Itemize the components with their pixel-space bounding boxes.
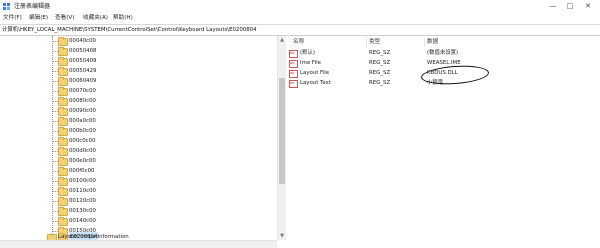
folder-icon — [58, 37, 68, 46]
tree-node-label: 00070c00 — [69, 88, 96, 94]
string-value-icon — [289, 70, 298, 78]
tree-node-label: 00080c00 — [69, 98, 96, 104]
tree-vertical-scrollbar[interactable]: ▲ ▼ — [277, 36, 286, 240]
folder-icon — [58, 147, 68, 156]
scroll-thumb[interactable] — [279, 78, 285, 184]
folder-icon — [58, 177, 68, 186]
tree-node-label: 000b0c00 — [69, 128, 96, 134]
folder-icon — [58, 137, 68, 146]
folder-icon — [58, 67, 68, 76]
folder-icon — [58, 217, 68, 226]
tree-node-label: 00050408 — [69, 48, 97, 54]
maximize-button[interactable]: □ — [563, 0, 577, 12]
value-type: REG_SZ — [369, 50, 391, 56]
scroll-down-icon[interactable]: ▼ — [278, 232, 286, 240]
string-value-icon — [289, 50, 298, 58]
close-button[interactable]: ✕ — [581, 0, 595, 12]
tree-node-label: 00120c00 — [69, 198, 96, 204]
value-name: Layout File — [300, 70, 330, 76]
value-name: Ime File — [300, 60, 321, 66]
column-header-data[interactable]: 数据 — [427, 38, 438, 47]
menu-bar: 文件(F) 编辑(E) 查看(V) 收藏夹(A) 帮助(H) — [0, 13, 600, 23]
menu-help[interactable]: 帮助(H) — [113, 13, 133, 23]
folder-icon — [58, 107, 68, 116]
value-row[interactable]: (默认) REG_SZ (数值未设置) — [286, 48, 600, 58]
scroll-up-icon[interactable]: ▲ — [278, 36, 286, 44]
key-tree-pane[interactable]: 00040c00 00050408 00050409 00050429 0006… — [0, 36, 277, 240]
address-path[interactable]: 计算机\HKEY_LOCAL_MACHINE\SYSTEM\CurrentCon… — [2, 25, 257, 35]
folder-icon — [58, 87, 68, 96]
folder-icon — [58, 187, 68, 196]
menu-edit[interactable]: 编辑(E) — [29, 13, 48, 23]
folder-icon — [58, 47, 68, 56]
value-data: (数值未设置) — [427, 50, 459, 56]
tree-node-label: 00140c00 — [69, 218, 96, 224]
address-bar[interactable]: 计算机\HKEY_LOCAL_MACHINE\SYSTEM\CurrentCon… — [0, 24, 600, 36]
tree-node-label: 00050429 — [69, 68, 97, 74]
registry-editor-window: 注册表编辑器 — □ ✕ 文件(F) 编辑(E) 查看(V) 收藏夹(A) 帮助… — [0, 0, 600, 248]
tree-node-label: 00100c00 — [69, 178, 96, 184]
tree-node-label: 00130c00 — [69, 208, 96, 214]
string-value-icon — [289, 80, 298, 88]
tree-node-label: 00110c00 — [69, 188, 96, 194]
value-type: REG_SZ — [369, 60, 391, 66]
minimize-button[interactable]: — — [546, 0, 560, 12]
tree-node-label: 00090c00 — [69, 108, 96, 114]
tree-node-label: 000a0c00 — [69, 118, 96, 124]
folder-icon — [58, 157, 68, 166]
column-header-type[interactable]: 类型 — [369, 38, 380, 47]
folder-icon — [58, 57, 68, 66]
tree-node-label: 00040c00 — [69, 38, 96, 44]
menu-favorites[interactable]: 收藏夹(A) — [83, 13, 108, 23]
value-name: Layout Text — [300, 80, 331, 86]
tree-node-label: 000f0c00 — [69, 168, 95, 174]
value-type: REG_SZ — [369, 70, 391, 76]
tree-node-label: 000e0c00 — [69, 158, 96, 164]
folder-icon — [58, 127, 68, 136]
column-divider[interactable] — [366, 38, 367, 47]
title-bar: 注册表编辑器 — □ ✕ — [0, 0, 600, 13]
folder-icon — [58, 97, 68, 106]
folder-icon — [58, 77, 68, 86]
column-header-name[interactable]: 名称 — [293, 38, 304, 47]
folder-icon — [58, 117, 68, 126]
tree-connector — [52, 36, 53, 240]
regedit-icon — [3, 3, 10, 10]
tree-node-label: 000c0c00 — [69, 138, 96, 144]
value-type: REG_SZ — [369, 80, 391, 86]
tree-node-label: 00050409 — [69, 58, 97, 64]
column-divider[interactable] — [424, 38, 425, 47]
value-name: (默认) — [300, 50, 315, 56]
menu-view[interactable]: 查看(V) — [55, 13, 74, 23]
folder-icon — [58, 207, 68, 216]
menu-file[interactable]: 文件(F) — [3, 13, 22, 23]
folder-icon — [58, 197, 68, 206]
window-title: 注册表编辑器 — [14, 3, 51, 10]
string-value-icon — [289, 60, 298, 68]
tree-node-label: 000d0c00 — [69, 148, 96, 154]
tree-node-label: 00060409 — [69, 78, 97, 84]
folder-icon — [58, 167, 68, 176]
